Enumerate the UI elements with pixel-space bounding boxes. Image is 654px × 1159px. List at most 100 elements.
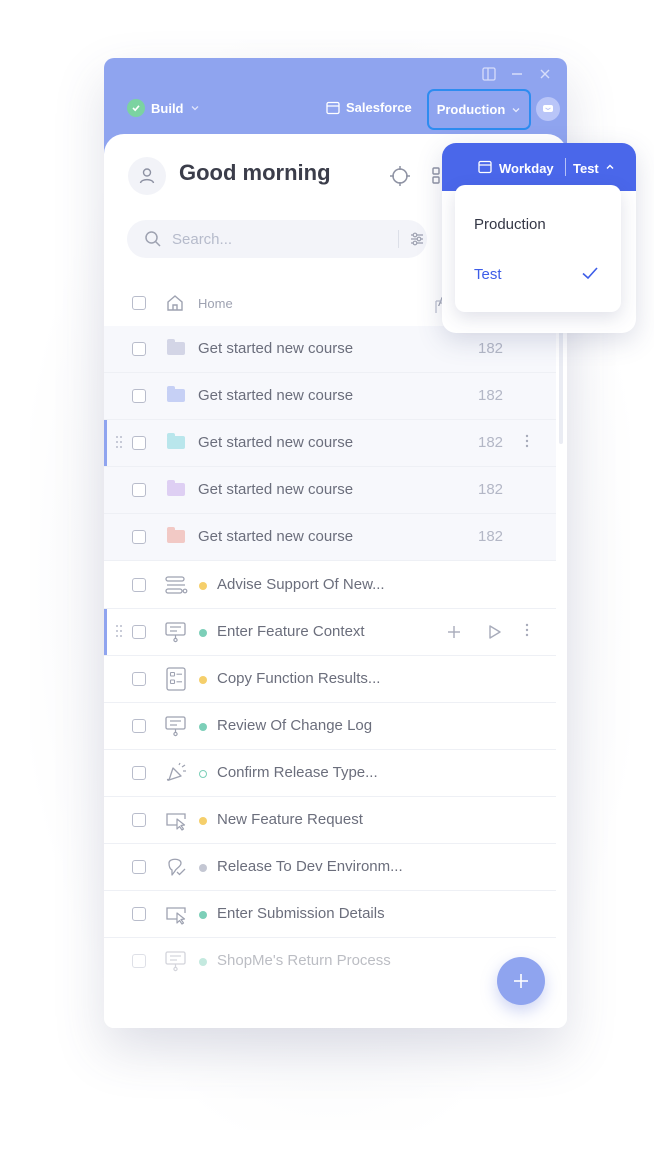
status-dot xyxy=(199,723,207,731)
row-checkbox[interactable] xyxy=(132,389,146,403)
folder-count: 182 xyxy=(478,387,504,404)
close-icon[interactable] xyxy=(538,67,552,81)
folder-count: 182 xyxy=(478,528,504,545)
row-checkbox[interactable] xyxy=(132,578,146,592)
folder-icon xyxy=(167,433,185,449)
add-item-button[interactable] xyxy=(497,957,545,1005)
popup-divider xyxy=(565,158,566,176)
row-checkbox[interactable] xyxy=(132,766,146,780)
select-all-checkbox[interactable] xyxy=(132,296,146,310)
user-icon xyxy=(139,168,155,184)
list-item[interactable]: Copy Function Results... xyxy=(104,656,556,703)
row-checkbox[interactable] xyxy=(132,907,146,921)
home-icon[interactable] xyxy=(165,293,185,313)
tooltip-icon xyxy=(165,951,186,972)
row-checkbox[interactable] xyxy=(132,436,146,450)
search-icon xyxy=(145,231,161,247)
folder-count: 182 xyxy=(478,434,504,451)
folder-count: 182 xyxy=(478,481,504,498)
environment-label: Production xyxy=(436,102,506,117)
row-checkbox[interactable] xyxy=(132,530,146,544)
item-label: ShopMe's Return Process xyxy=(217,952,391,969)
folder-label: Get started new course xyxy=(198,387,354,404)
row-checkbox[interactable] xyxy=(132,342,146,356)
folder-label: Get started new course xyxy=(198,528,354,545)
item-label: New Feature Request xyxy=(217,811,363,828)
list-item[interactable]: Review Of Change Log xyxy=(104,703,556,750)
avatar[interactable] xyxy=(128,157,166,195)
flow-icon xyxy=(165,576,188,594)
list-item[interactable]: Enter Submission Details xyxy=(104,891,556,938)
checklist-icon xyxy=(166,667,186,691)
folder-row[interactable]: Get started new course 182 xyxy=(104,326,556,373)
chevron-up-icon xyxy=(606,164,614,169)
item-label: Confirm Release Type... xyxy=(217,764,378,781)
popup-current-environment: Test xyxy=(573,161,599,176)
greeting-title: Good morning xyxy=(179,160,331,185)
crosshair-icon[interactable] xyxy=(389,165,411,192)
item-label: Release To Dev Environm... xyxy=(217,858,403,875)
minimize-icon[interactable] xyxy=(510,67,524,81)
environment-dropdown-button[interactable]: Production xyxy=(427,89,531,130)
window-icon xyxy=(326,101,340,114)
drag-handle-icon[interactable] xyxy=(115,435,123,449)
folder-icon xyxy=(167,480,185,496)
environment-option-production[interactable]: Production xyxy=(474,216,546,233)
chevron-down-icon xyxy=(512,107,520,112)
folder-row[interactable]: Get started new course 182 xyxy=(104,514,556,561)
check-circle-icon xyxy=(127,99,145,117)
folder-icon xyxy=(167,339,185,355)
status-dot xyxy=(199,676,207,684)
folder-row[interactable]: Get started new course 182 xyxy=(104,467,556,514)
list-item[interactable]: Advise Support Of New... xyxy=(104,562,556,609)
more-options-icon[interactable] xyxy=(525,434,529,448)
tooltip-icon xyxy=(165,622,186,643)
row-checkbox[interactable] xyxy=(132,813,146,827)
home-breadcrumb[interactable]: Home xyxy=(198,296,233,311)
list-item[interactable]: New Feature Request xyxy=(104,797,556,844)
filter-icon[interactable] xyxy=(409,231,425,247)
list-item[interactable]: Confirm Release Type... xyxy=(104,750,556,797)
row-checkbox[interactable] xyxy=(132,672,146,686)
add-icon[interactable] xyxy=(447,625,461,639)
system-selector[interactable]: Salesforce xyxy=(326,100,412,115)
row-checkbox[interactable] xyxy=(132,719,146,733)
status-dot xyxy=(199,864,207,872)
workspace-dropdown[interactable]: Build xyxy=(127,99,200,117)
checkmark-icon xyxy=(582,267,598,280)
popup-system-label: Workday xyxy=(499,161,554,176)
row-checkbox[interactable] xyxy=(132,483,146,497)
survey-icon xyxy=(168,858,186,876)
item-label: Copy Function Results... xyxy=(217,670,381,687)
list-item[interactable]: Release To Dev Environm... xyxy=(104,844,556,891)
tooltip-icon xyxy=(165,716,186,737)
list-item[interactable]: ShopMe's Return Process xyxy=(104,938,556,985)
play-icon[interactable] xyxy=(488,624,502,640)
folder-row[interactable]: Get started new course 182 xyxy=(104,420,556,467)
chevron-down-icon xyxy=(191,106,198,111)
environment-option-test[interactable]: Test xyxy=(474,266,502,283)
environment-popup-header[interactable]: Workday Test xyxy=(442,143,636,191)
more-options-icon[interactable] xyxy=(525,623,529,637)
status-dot xyxy=(199,582,207,590)
smarttip-icon xyxy=(166,907,186,925)
chat-icon xyxy=(543,105,553,112)
list-item[interactable]: Enter Feature Context xyxy=(104,609,556,656)
search-input[interactable] xyxy=(170,229,394,249)
chat-button[interactable] xyxy=(536,97,560,121)
status-dot xyxy=(199,817,207,825)
row-checkbox[interactable] xyxy=(132,860,146,874)
folder-row[interactable]: Get started new course 182 xyxy=(104,373,556,420)
search-divider xyxy=(398,230,399,248)
item-label: Enter Feature Context xyxy=(217,623,365,640)
dock-icon[interactable] xyxy=(482,67,496,81)
drag-handle-icon[interactable] xyxy=(115,624,123,638)
row-checkbox[interactable] xyxy=(132,625,146,639)
folder-icon xyxy=(167,386,185,402)
row-checkbox[interactable] xyxy=(132,954,146,968)
folder-label: Get started new course xyxy=(198,434,354,451)
search-bar[interactable] xyxy=(127,220,427,258)
launcher-icon xyxy=(166,762,186,781)
status-dot xyxy=(199,629,207,637)
folder-label: Get started new course xyxy=(198,481,354,498)
